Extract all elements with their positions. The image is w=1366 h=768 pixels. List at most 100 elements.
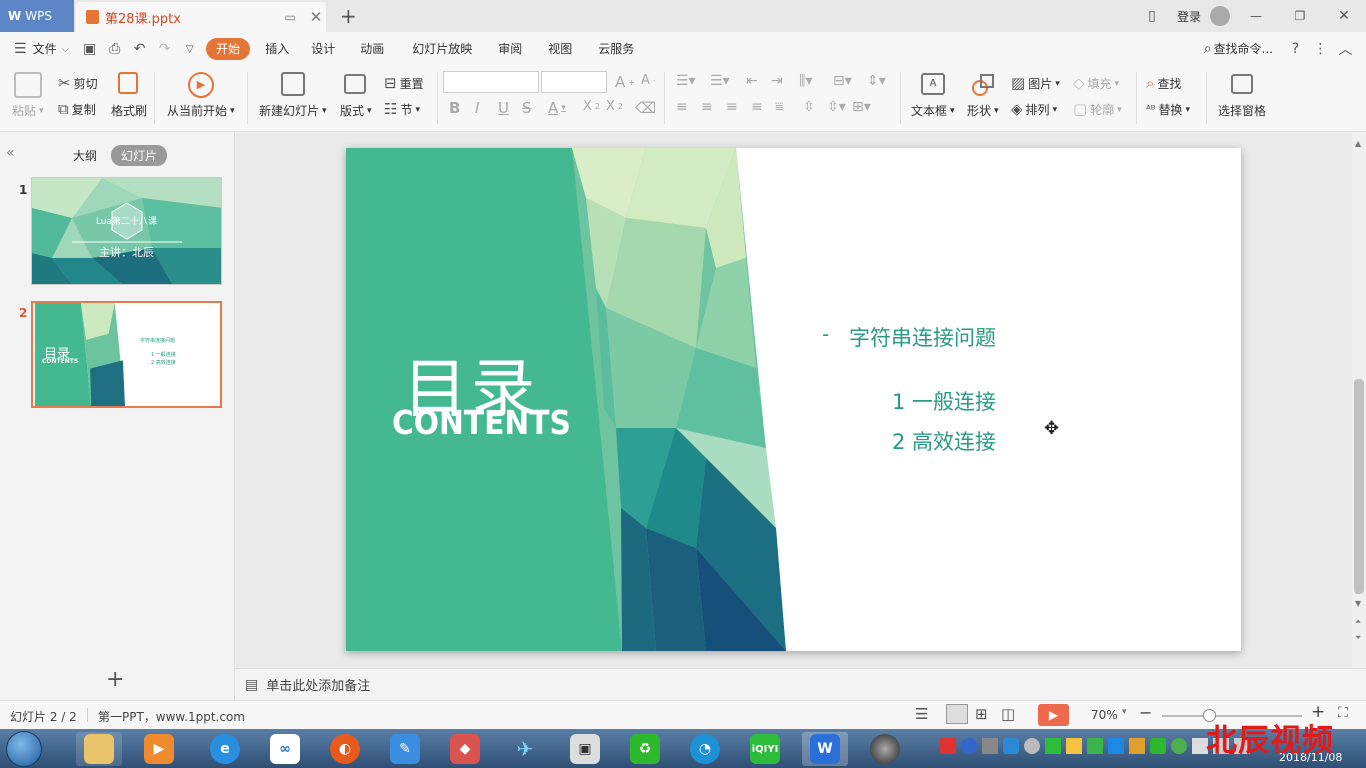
customize-icon[interactable]: ▽ [177,44,202,55]
outline-button[interactable]: ▢ 轮廓 ▾ [1073,101,1122,118]
reading-view-icon[interactable]: ◫ [1001,705,1015,723]
taskbar-wps[interactable]: W [802,732,848,766]
tab-home[interactable]: 开始 [206,38,251,60]
smartart-icon[interactable]: ⊞▾ [852,99,871,115]
tray-icon[interactable] [1108,738,1124,754]
start-from-current-button[interactable]: 从当前开始 ▾ [167,102,235,119]
taskbar-explorer[interactable] [76,732,122,766]
prev-slide-icon[interactable]: ⏶ [1355,617,1361,627]
close-window-icon[interactable]: ✕ [1322,8,1366,24]
start-button[interactable] [6,731,42,767]
columns-icon[interactable]: ⇳▾ [827,99,846,115]
cloud-icon[interactable] [1024,738,1040,754]
layout-button[interactable]: 版式 ▾ [340,102,372,119]
list-item[interactable]: 1 一般连接 [892,386,996,416]
taskbar-firefox[interactable]: ◐ [322,732,368,766]
redo-icon[interactable]: ↷ [152,41,177,57]
search-command[interactable]: 查找命令... [1212,38,1283,60]
justify-icon[interactable]: ≡ [751,99,763,115]
hamburger-icon[interactable]: ☰ [14,41,27,57]
paste-icon[interactable] [14,72,42,98]
bullets-icon[interactable]: ☰▾ [676,73,696,89]
list-item[interactable]: 2 高效连接 [892,426,996,456]
tab-wps-home[interactable]: W WPS [0,0,74,32]
subscript-icon[interactable]: X2 [606,99,623,114]
fit-window-icon[interactable]: ⛶ [1338,705,1348,721]
copy-button[interactable]: ⧉ 复制 [58,101,96,118]
fill-button[interactable]: ◇ 填充 ▾ [1073,75,1119,92]
shield-icon[interactable] [1003,738,1019,754]
superscript-icon[interactable]: X2 [583,99,600,114]
clear-format-icon[interactable]: ⌫ [635,99,656,117]
align-center-icon[interactable]: ≡ [701,99,713,115]
new-slide-button[interactable]: 新建幻灯片 ▾ [259,102,327,119]
zoom-level[interactable]: 70% [1091,708,1118,722]
tab-insert[interactable]: 插入 [254,38,300,60]
taskbar-chat[interactable]: ◔ [682,732,728,766]
tab-design[interactable]: 设计 [300,38,346,60]
zoom-out-icon[interactable]: − [1139,703,1152,722]
taskbar-notes[interactable]: ✎ [382,732,428,766]
tab-review[interactable]: 审阅 [486,38,534,60]
taskbar-recycle[interactable]: ♻ [622,732,668,766]
tab-animation[interactable]: 动画 [346,38,398,60]
line-spacing-icon[interactable]: ⇕▾ [867,73,886,89]
tray-icon[interactable] [1087,738,1103,754]
collapse-panel-icon[interactable]: « [6,145,15,161]
font-grow-icon[interactable]: A + [615,73,635,91]
tray-icon[interactable] [1171,738,1187,754]
help-tray-icon[interactable] [961,738,977,754]
font-shrink-icon[interactable]: A- [641,73,656,88]
security-icon[interactable] [1150,738,1166,754]
search-icon[interactable]: ⌕ [1204,41,1212,57]
taskbar-iqiyi[interactable]: iQIYI [742,732,788,766]
slide-thumbnail-1[interactable]: Lua第二十八课 主讲：北辰 [31,177,222,285]
device-icon[interactable]: ▯ [1132,8,1172,24]
tab-outline[interactable]: 大纲 [63,145,107,166]
notes-toggle-icon[interactable]: ☰ [915,705,928,723]
tab-document[interactable]: 第28课.pptx ▭ ✕ [76,2,326,32]
notes-placeholder[interactable]: 单击此处添加备注 [266,675,370,694]
shape-button[interactable]: 形状 ▾ [967,102,999,119]
taskbar-eraser[interactable]: ◆ [442,732,488,766]
scroll-thumb[interactable] [1354,379,1364,594]
cut-button[interactable]: ✂ 剪切 [58,75,98,92]
print-icon[interactable]: ⎙ [102,41,127,57]
play-icon[interactable]: ▶ [188,72,214,98]
text-direction-icon[interactable]: ⫼▾ [799,73,812,89]
tray-icon[interactable] [1129,738,1145,754]
login-label[interactable]: 登录 [1172,8,1206,25]
tray-icon[interactable] [982,738,998,754]
font-color-icon[interactable]: A ▾ [548,99,566,117]
text-box-icon[interactable]: A [921,73,945,95]
add-slide-icon[interactable]: + [106,667,124,692]
decrease-indent-icon[interactable]: ⇤ [746,73,758,89]
tab-view[interactable]: 视图 [534,38,586,60]
new-tab-button[interactable]: + [340,4,357,28]
strikethrough-icon[interactable]: S [522,99,532,117]
taskbar-camera[interactable]: ▣ [562,732,608,766]
zoom-dropdown-icon[interactable]: ▾ [1122,707,1127,717]
avatar[interactable] [1206,6,1234,26]
format-painter-button[interactable]: 格式刷 [111,102,147,119]
slide-canvas[interactable]: 目录 CONTENTS - 字符串连接问题 1 一般连接 2 高效连接 ✥ [346,148,1241,651]
align-text-icon[interactable]: ⊟▾ [833,73,852,89]
undo-icon[interactable]: ↶ [127,41,152,57]
play-slideshow-button[interactable]: ▶ [1038,704,1069,726]
taskbar-bird[interactable]: ✈ [502,732,548,766]
taskbar-sphere[interactable] [862,732,908,766]
taskbar-baidu[interactable]: ∞ [262,732,308,766]
vertical-scrollbar[interactable]: ▲ ▼ ⏶ ⏷ [1352,133,1366,668]
slide-thumbnail-2[interactable]: 目录 CONTENTS 字符串连接问题 1 一般连接 2 高效连接 [31,301,222,408]
paste-button[interactable]: 粘贴 ▾ [12,102,44,119]
italic-icon[interactable]: I [475,99,479,117]
tray-icon[interactable] [1045,738,1061,754]
underline-icon[interactable]: U [498,99,509,117]
distribute-icon[interactable]: ⩸ [775,99,784,115]
new-slide-icon[interactable] [281,72,305,96]
reset-button[interactable]: ⊟ 重置 [384,75,424,92]
find-button[interactable]: ⌕ 查找 [1146,75,1181,92]
font-size-select[interactable] [541,71,607,93]
slide-subtitle[interactable]: CONTENTS [392,403,571,442]
increase-indent-icon[interactable]: ⇥ [771,73,783,89]
